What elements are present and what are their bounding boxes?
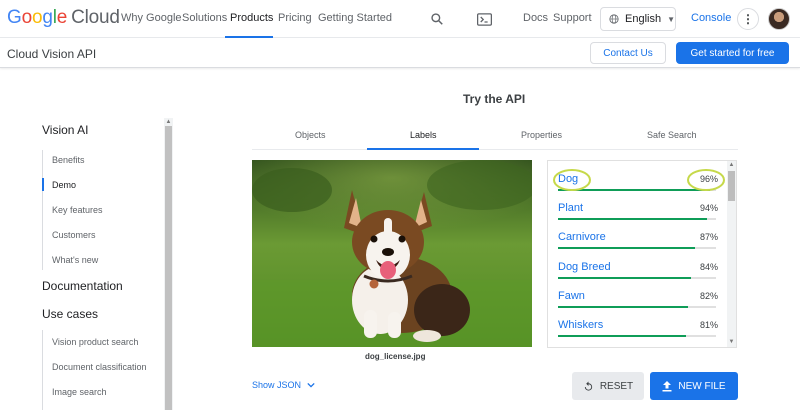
confidence-fill [558,277,691,279]
more-options-icon[interactable]: ⋮ [737,8,759,30]
logo-letter: o [21,7,33,28]
label-name: Plant [558,202,584,214]
show-json-label: Show JSON [252,380,302,390]
nav-solutions[interactable]: Solutions [182,12,227,24]
sidebar-heading-vision-ai[interactable]: Vision AI [42,123,88,137]
logo-letter: g [42,7,53,28]
label-name: Dog Breed [558,261,611,273]
product-header-bar: Cloud Vision API Contact Us Get started … [0,38,800,68]
sidebar-item-image-search[interactable]: Image search [52,387,107,397]
contact-us-button[interactable]: Contact Us [590,42,666,64]
uploaded-image [252,160,532,347]
confidence-fill [558,247,696,249]
new-file-button[interactable]: NEW FILE [650,372,738,400]
sidebar-heading-documentation[interactable]: Documentation [42,279,123,293]
nav-why-google[interactable]: Why Google [121,12,182,24]
language-selector[interactable]: English ▼ [600,7,676,31]
label-name: Fawn [558,290,585,302]
new-file-label: NEW FILE [678,380,726,392]
sidebar-divider [42,150,43,270]
logo-letter: o [31,7,43,28]
search-icon[interactable] [427,9,447,29]
confidence-fill [558,335,686,337]
confidence-bar [558,277,716,279]
reset-label: RESET [599,380,634,392]
highlight-annotation [553,169,725,191]
active-tab-indicator [367,148,479,150]
label-result: Carnivore 87% [558,231,718,251]
label-confidence: 87% [699,232,718,242]
chevron-down-icon: ▼ [667,14,675,24]
confidence-bar [558,247,716,249]
sidebar-item-benefits[interactable]: Benefits [52,155,85,165]
console-link[interactable]: Console [691,12,731,24]
label-confidence: 94% [699,203,718,213]
product-name: Cloud Vision API [7,47,97,61]
label-confidence: 82% [699,291,718,301]
reset-icon [584,380,592,391]
scroll-down-arrow-icon[interactable]: ▼ [728,339,735,345]
confidence-bar [558,306,716,308]
chevron-down-icon [306,382,315,388]
get-started-button[interactable]: Get started for free [676,42,789,64]
sidebar-item-whats-new[interactable]: What's new [52,255,98,265]
nav-support[interactable]: Support [553,12,592,24]
sidebar-item-document-classification[interactable]: Document classification [52,362,147,372]
logo-cloud-text: Cloud [71,7,120,28]
nav-products[interactable]: Products [230,12,273,24]
confidence-bar [558,335,716,337]
confidence-fill [558,306,688,308]
sidebar-item-customers[interactable]: Customers [52,230,96,240]
label-result: Whiskers 81% [558,319,718,339]
nav-pricing[interactable]: Pricing [278,12,312,24]
logo-letter: G [7,7,22,28]
image-filename: dog_license.jpg [365,352,426,361]
top-nav: Google Cloud Why Google Solutions Product… [0,0,800,38]
page-title: Try the API [463,92,526,106]
reset-button[interactable]: RESET [572,372,644,400]
label-name: Whiskers [558,319,604,331]
result-tabs: Objects Labels Properties Safe Search [252,124,738,150]
confidence-fill [558,218,707,220]
scroll-up-arrow-icon[interactable]: ▲ [165,119,172,125]
tab-properties[interactable]: Properties [521,130,562,140]
google-cloud-logo[interactable]: Google Cloud [7,7,120,29]
nav-getting-started[interactable]: Getting Started [318,12,392,24]
sidebar-item-key-features[interactable]: Key features [52,205,103,215]
sidebar-heading-use-cases[interactable]: Use cases [42,307,98,321]
label-result: Dog Breed 84% [558,261,718,281]
language-label: English [625,13,662,25]
tab-objects[interactable]: Objects [295,130,326,140]
sidebar-item-vision-product-search[interactable]: Vision product search [52,337,138,347]
sidebar-item-demo[interactable]: Demo [52,180,76,190]
sidebar-divider [42,330,43,410]
logo-letter: e [56,7,68,28]
upload-icon [662,380,672,391]
label-confidence: 81% [699,320,718,330]
show-json-toggle[interactable]: Show JSON [252,380,315,390]
confidence-bar [558,218,716,220]
nav-docs[interactable]: Docs [523,12,548,24]
avatar[interactable] [768,8,790,30]
label-result: Fawn 82% [558,290,718,310]
tab-safe-search[interactable]: Safe Search [647,130,697,140]
scroll-up-arrow-icon[interactable]: ▲ [728,162,735,168]
tab-labels[interactable]: Labels [410,130,437,140]
sidebar-active-indicator [42,178,44,191]
label-confidence: 84% [699,262,718,272]
labels-results-panel[interactable]: Dog 96% Plant 94% Carnivore 87% Dog Bree… [547,160,737,348]
terminal-icon[interactable] [474,9,494,29]
label-name: Carnivore [558,231,606,243]
results-scroll-thumb[interactable] [728,171,735,201]
label-result: Plant 94% [558,202,718,222]
sidebar-scroll-thumb[interactable] [165,126,172,410]
globe-icon [609,14,619,24]
